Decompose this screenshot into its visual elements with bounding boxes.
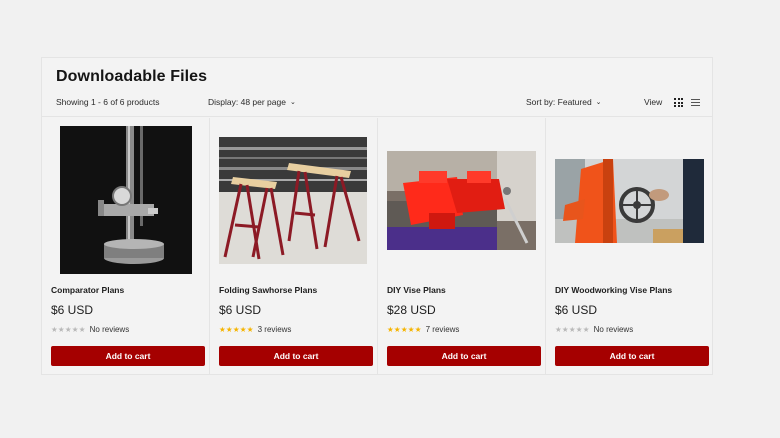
add-to-cart-button[interactable]: Add to cart <box>555 346 709 366</box>
product-name[interactable]: Folding Sawhorse Plans <box>219 285 317 295</box>
product-reviews: ★★★★★ No reviews <box>555 325 633 334</box>
product-name[interactable]: Comparator Plans <box>51 285 124 295</box>
product-card: Folding Sawhorse Plans $6 USD ★★★★★ 3 rev… <box>210 118 378 375</box>
product-image-woodworking-vise[interactable] <box>555 159 704 243</box>
product-card: DIY Vise Plans $28 USD ★★★★★ 7 reviews Ad… <box>378 118 546 375</box>
chevron-down-icon: ⌄ <box>289 99 296 106</box>
display-per-page-select[interactable]: Display: 48 per page ⌄ <box>208 97 296 107</box>
product-card: Comparator Plans $6 USD ★★★★★ No reviews … <box>42 118 210 375</box>
product-name[interactable]: DIY Woodworking Vise Plans <box>555 285 672 295</box>
product-price: $28 USD <box>387 303 436 317</box>
product-price: $6 USD <box>555 303 598 317</box>
review-count: No reviews <box>593 325 634 334</box>
product-name[interactable]: DIY Vise Plans <box>387 285 446 295</box>
view-label: View <box>644 97 663 107</box>
list-view-icon[interactable] <box>691 98 700 107</box>
product-reviews: ★★★★★ 7 reviews <box>387 325 459 334</box>
product-count: Showing 1 - 6 of 6 products <box>56 97 160 107</box>
rating-stars-icon: ★★★★★ <box>219 325 254 334</box>
product-price: $6 USD <box>219 303 262 317</box>
review-count: 7 reviews <box>425 325 460 334</box>
add-to-cart-button[interactable]: Add to cart <box>219 346 373 366</box>
review-count: No reviews <box>89 325 130 334</box>
grid-view-icon[interactable] <box>674 98 683 107</box>
product-image-comparator[interactable] <box>60 126 192 274</box>
sort-by-label: Sort by: Featured <box>526 97 592 107</box>
add-to-cart-button[interactable]: Add to cart <box>51 346 205 366</box>
product-collection-panel: Downloadable Files Showing 1 - 6 of 6 pr… <box>41 57 713 375</box>
review-count: 3 reviews <box>257 325 292 334</box>
sort-by-select[interactable]: Sort by: Featured ⌄ <box>526 97 602 107</box>
display-per-page-label: Display: 48 per page <box>208 97 286 107</box>
product-image-sawhorse[interactable] <box>219 137 367 264</box>
product-reviews: ★★★★★ 3 reviews <box>219 325 291 334</box>
product-image-vise[interactable] <box>387 151 536 250</box>
rating-stars-icon: ★★★★★ <box>51 325 86 334</box>
page-title: Downloadable Files <box>56 68 208 85</box>
chevron-down-icon: ⌄ <box>595 99 602 106</box>
product-price: $6 USD <box>51 303 94 317</box>
product-card: DIY Woodworking Vise Plans $6 USD ★★★★★ N… <box>546 118 714 375</box>
product-reviews: ★★★★★ No reviews <box>51 325 129 334</box>
collection-header: Downloadable Files Showing 1 - 6 of 6 pr… <box>42 58 712 117</box>
rating-stars-icon: ★★★★★ <box>387 325 422 334</box>
add-to-cart-button[interactable]: Add to cart <box>387 346 541 366</box>
rating-stars-icon: ★★★★★ <box>555 325 590 334</box>
